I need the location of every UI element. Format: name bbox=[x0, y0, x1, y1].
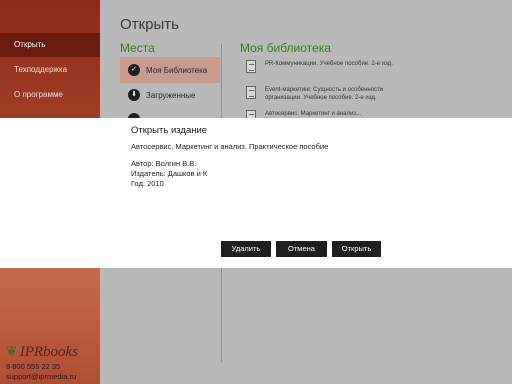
dialog-book-title: Автосервис. Маркетинг и анализ. Практиче… bbox=[131, 142, 329, 151]
download-icon: ⬇ bbox=[128, 89, 140, 101]
open-button[interactable]: Открыть bbox=[332, 241, 381, 257]
document-icon bbox=[246, 86, 256, 99]
document-icon bbox=[246, 60, 256, 73]
dialog-title: Открыть издание bbox=[131, 125, 208, 136]
delete-button[interactable]: Удалить bbox=[221, 241, 271, 257]
sidebar-item-support[interactable]: Техподдержка bbox=[0, 58, 100, 82]
open-edition-dialog: Открыть издание Автосервис. Маркетинг и … bbox=[0, 118, 512, 268]
leaf-icon: ❦ bbox=[6, 345, 18, 360]
support-email: support@iprmedia.ru bbox=[6, 372, 77, 381]
logo: ❦ IPRbooks bbox=[6, 344, 78, 361]
sidebar-item-about[interactable]: О программе bbox=[0, 83, 100, 107]
places-heading: Места bbox=[120, 41, 155, 55]
check-icon: ✓ bbox=[128, 64, 140, 76]
place-downloads[interactable]: ⬇ Загруженные bbox=[120, 82, 220, 108]
dialog-author: Автор: Волгин В.В. bbox=[131, 159, 197, 168]
cancel-button[interactable]: Отмена bbox=[276, 241, 327, 257]
dialog-year: Год: 2010 bbox=[131, 179, 164, 188]
library-book[interactable]: PR-Коммуникации. Учебное пособие. 2-е из… bbox=[246, 60, 396, 73]
library-heading: Моя библиотека bbox=[240, 41, 331, 55]
library-book[interactable]: Event-маркетинг. Сущность и особенности … bbox=[246, 86, 396, 102]
place-label: Моя Библиотека bbox=[146, 65, 208, 75]
place-my-library[interactable]: ✓ Моя Библиотека bbox=[120, 57, 220, 83]
sidebar-item-open[interactable]: Открыть bbox=[0, 33, 100, 57]
support-phone: 8 800 555 22 35 bbox=[6, 362, 61, 371]
page-title: Открыть bbox=[120, 16, 179, 33]
book-title: Event-маркетинг. Сущность и особенности … bbox=[265, 87, 384, 101]
logo-text: IPRbooks bbox=[19, 344, 79, 360]
place-label: Загруженные bbox=[146, 90, 196, 100]
book-title: PR-Коммуникации. Учебное пособие. 2-е из… bbox=[265, 61, 393, 67]
dialog-publisher: Издатель: Дашков и К bbox=[131, 169, 208, 178]
